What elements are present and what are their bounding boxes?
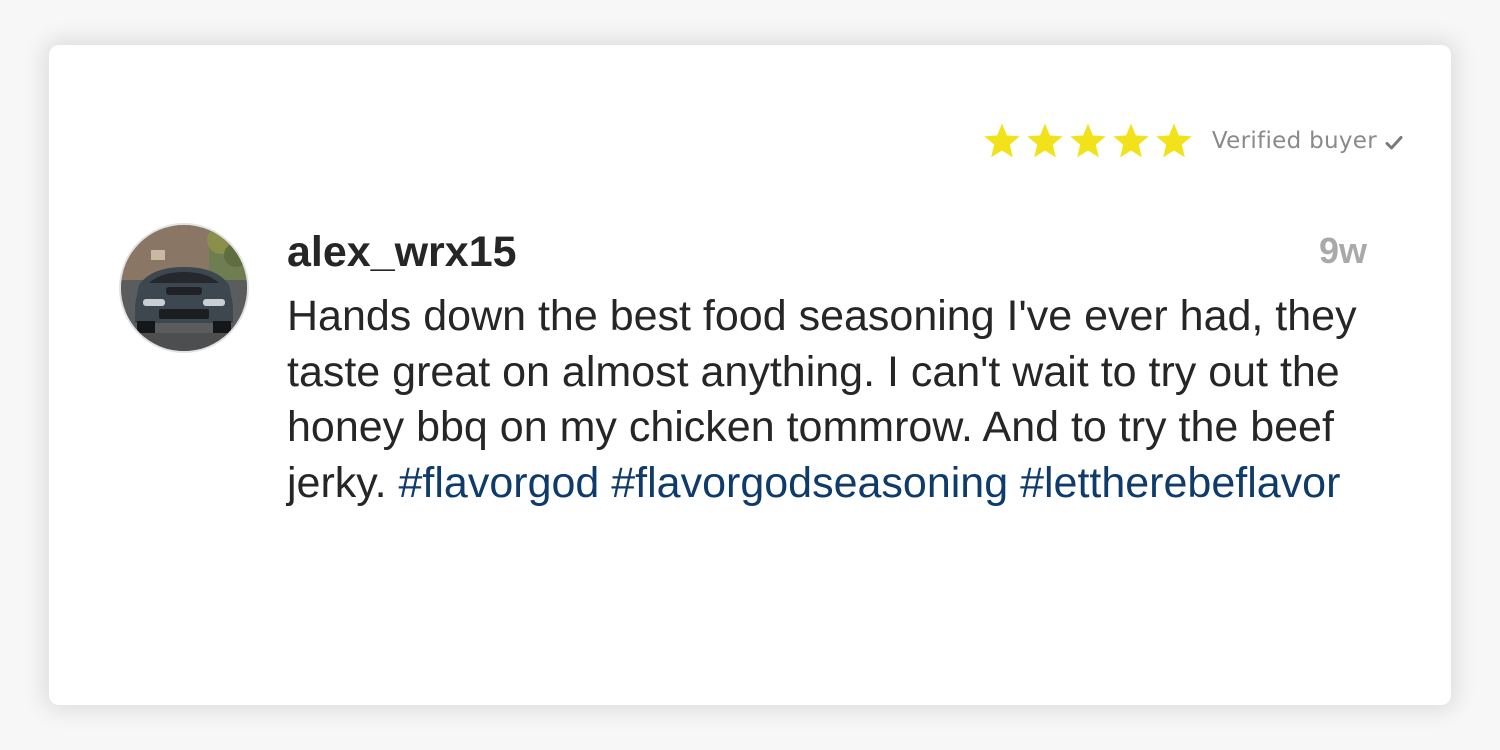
star-rating [982, 121, 1194, 161]
star-icon [984, 123, 1020, 158]
star-icon [1156, 123, 1192, 158]
review-card: Verified buyer alex_wrx15 9w Hands down … [49, 45, 1451, 705]
avatar[interactable] [119, 223, 249, 353]
star-icon [1113, 123, 1149, 158]
hashtag-flavorgodseasoning[interactable]: #flavorgodseasoning [611, 459, 1008, 507]
rating-row: Verified buyer [982, 121, 1403, 161]
username[interactable]: alex_wrx15 [287, 228, 517, 277]
post-age: 9w [1318, 230, 1367, 271]
hashtag-flavorgod[interactable]: #flavorgod [399, 459, 600, 507]
verified-buyer-label: Verified buyer [1211, 128, 1377, 154]
page: Verified buyer alex_wrx15 9w Hands down … [0, 0, 1500, 750]
hashtag-lettherebeflavor[interactable]: #lettherebeflavor [1020, 459, 1340, 507]
star-icon [1070, 123, 1106, 158]
car-photo [121, 225, 247, 351]
check-icon [1385, 136, 1403, 150]
comment-body: Hands down the best food seasoning I've … [287, 289, 1377, 511]
star-icon [1027, 123, 1063, 158]
